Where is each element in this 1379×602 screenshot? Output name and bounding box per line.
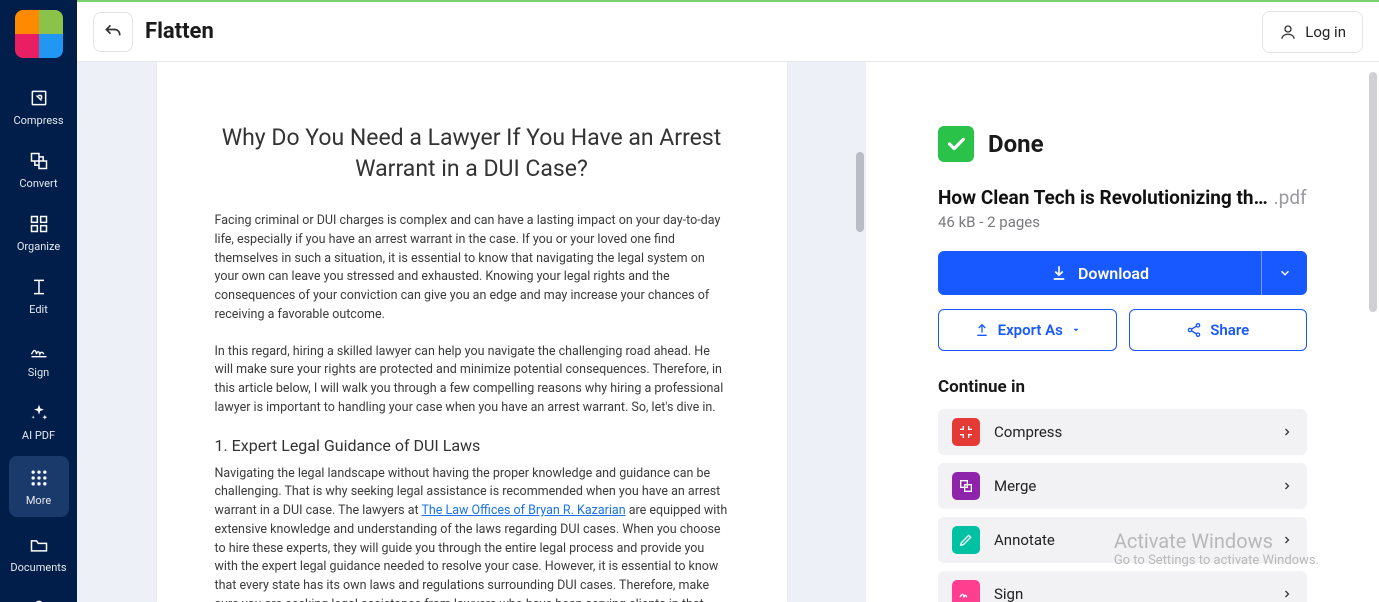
sidebar-item-documents[interactable]: Documents [0,521,77,584]
grid-icon [27,466,51,490]
share-icon [1186,322,1202,338]
doc-paragraph: Navigating the legal landscape without h… [215,465,729,602]
user-icon [27,596,51,602]
sidebar-item-label: Organize [17,240,60,253]
download-button[interactable]: Download [938,251,1261,295]
export-as-button[interactable]: Export As [938,309,1117,351]
sidebar: Compress Convert Organize Edit Sign [0,0,77,602]
continue-item-label: Annotate [994,531,1267,549]
scrollbar-thumb[interactable] [856,152,864,232]
continue-in-title: Continue in [938,377,1307,397]
sidebar-item-sign[interactable]: Sign [0,326,77,389]
continue-item-label: Compress [994,423,1267,441]
page-title: Flatten [145,19,214,44]
undo-icon [103,22,123,42]
sidebar-item-edit[interactable]: Edit [0,263,77,326]
continue-item-compress[interactable]: Compress [938,409,1307,455]
undo-button[interactable] [93,12,133,52]
continue-item-label: Merge [994,477,1267,495]
scrollbar-thumb[interactable] [1369,72,1377,312]
convert-icon [27,149,51,173]
sidebar-item-ai-pdf[interactable]: AI PDF [0,389,77,452]
sparkle-icon [27,401,51,425]
folder-icon [27,533,51,557]
annotate-icon [952,526,980,554]
sidebar-item-organize[interactable]: Organize [0,200,77,263]
download-label: Download [1078,264,1149,283]
continue-item-sign[interactable]: Sign [938,571,1307,602]
sidebar-item-label: More [26,494,51,507]
chevron-down-icon [1278,266,1292,280]
chevron-right-icon [1281,588,1293,600]
sidebar-item-label: Sign [28,366,49,379]
compress-icon [27,86,51,110]
done-text: Done [988,130,1044,158]
caret-down-icon [1071,325,1081,335]
check-icon [945,133,967,155]
export-icon [974,322,990,338]
doc-subheading: 1. Expert Legal Guidance of DUI Laws [215,436,729,455]
sign-icon [27,338,51,362]
user-icon [1279,23,1297,41]
merge-icon [952,472,980,500]
doc-paragraph: Facing criminal or DUI charges is comple… [215,212,729,325]
edit-icon [27,275,51,299]
sidebar-item-account[interactable] [0,584,77,602]
login-button[interactable]: Log in [1262,11,1363,53]
chevron-right-icon [1281,480,1293,492]
continue-item-annotate[interactable]: Annotate [938,517,1307,563]
file-meta: 46 kB - 2 pages [938,213,1307,231]
continue-item-label: Sign [994,585,1267,602]
document-viewer[interactable]: Why Do You Need a Lawyer If You Have an … [77,62,866,602]
sidebar-item-compress[interactable]: Compress [0,74,77,137]
sidebar-item-label: Edit [29,303,48,316]
sign-icon [952,580,980,602]
pdf-page: Why Do You Need a Lawyer If You Have an … [157,62,787,602]
file-name: How Clean Tech is Revolutionizing th… [938,186,1268,209]
chevron-right-icon [1281,534,1293,546]
share-button[interactable]: Share [1129,309,1308,351]
sidebar-item-label: Compress [13,114,63,127]
organize-icon [27,212,51,236]
sidebar-item-label: Convert [19,177,57,190]
download-icon [1050,264,1068,282]
chevron-right-icon [1281,426,1293,438]
login-label: Log in [1305,23,1346,41]
doc-paragraph: In this regard, hiring a skilled lawyer … [215,343,729,418]
doc-heading: Why Do You Need a Lawyer If You Have an … [215,122,729,184]
sidebar-item-label: Documents [10,561,66,574]
continue-item-merge[interactable]: Merge [938,463,1307,509]
file-extension: .pdf [1274,186,1307,209]
app-logo[interactable] [15,10,63,58]
download-menu-button[interactable] [1261,251,1307,295]
done-badge [938,126,974,162]
sidebar-item-more[interactable]: More [9,456,69,517]
sidebar-item-convert[interactable]: Convert [0,137,77,200]
topbar: Flatten Log in [77,0,1379,62]
sidebar-item-label: AI PDF [22,429,55,442]
export-label: Export As [998,321,1063,339]
doc-link[interactable]: The Law Offices of Bryan R. Kazarian [421,503,625,518]
compress-icon [952,418,980,446]
result-panel: Done How Clean Tech is Revolutionizing t… [866,62,1379,602]
share-label: Share [1210,321,1249,339]
